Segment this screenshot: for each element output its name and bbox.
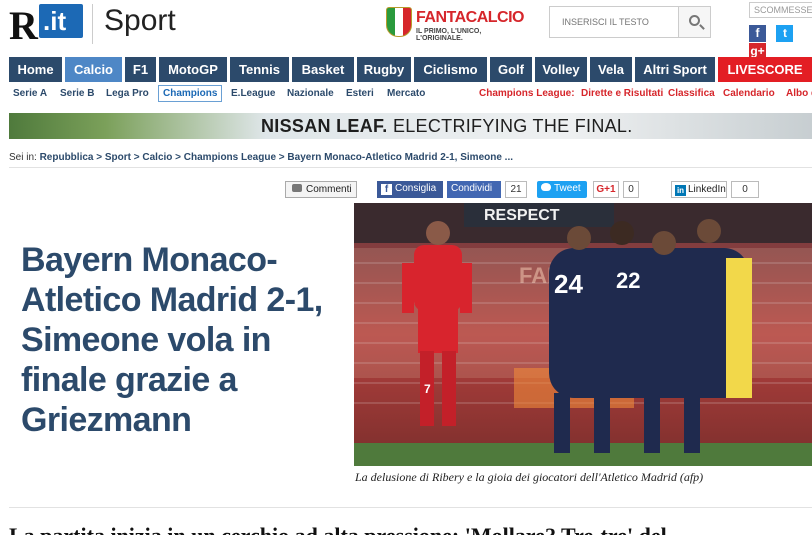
main-nav: Home Calcio F1 MotoGP Tennis Basket Rugb… — [9, 57, 812, 82]
photo-caption: La delusione di Ribery e la gioia dei gi… — [355, 470, 704, 484]
nav-basket[interactable]: Basket — [292, 57, 354, 82]
cl-albo[interactable]: Albo d'oro — [786, 88, 812, 99]
cl-calendario[interactable]: Calendario — [723, 88, 775, 99]
breadcrumb: Sei in: Repubblica > Sport > Calcio > Ch… — [9, 152, 513, 163]
section-title[interactable]: Sport — [104, 4, 176, 38]
subnav-eleague[interactable]: E.League — [231, 88, 275, 99]
divider — [9, 167, 812, 168]
fantacalcio-name: FANTACALCIO — [416, 9, 524, 26]
jersey-number: 7 — [424, 382, 431, 396]
nav-golf[interactable]: Golf — [490, 57, 532, 82]
header-social: SCOMMESSE f t g+ — [749, 2, 812, 60]
nav-f1[interactable]: F1 — [125, 57, 156, 82]
nav-tennis[interactable]: Tennis — [230, 57, 289, 82]
facebook-recommend-button[interactable]: f Consiglia — [377, 181, 443, 198]
facebook-icon: f — [381, 184, 392, 195]
gplus-count: 0 — [623, 181, 639, 198]
twitter-icon — [541, 183, 551, 191]
subnav-champions[interactable]: Champions — [158, 85, 223, 102]
linkedin-icon: in — [675, 185, 686, 196]
nav-livescore[interactable]: LIVESCORE — [718, 57, 812, 82]
subnav-lega-pro[interactable]: Lega Pro — [106, 88, 149, 99]
comments-label: Commenti — [306, 184, 352, 195]
search-box — [549, 6, 711, 38]
ad-slogan: ELECTRIFYING THE FINAL. — [392, 116, 633, 136]
nav-ciclismo[interactable]: Ciclismo — [414, 57, 487, 82]
ad-text: NISSAN LEAF. ELECTRIFYING THE FINAL. — [261, 116, 633, 137]
logo-it: .it — [39, 4, 83, 38]
header-login-link[interactable]: SCOMMESSE — [749, 2, 812, 18]
comments-button[interactable]: Commenti — [285, 181, 357, 198]
tweet-button[interactable]: Tweet — [537, 181, 587, 198]
nav-rugby[interactable]: Rugby — [357, 57, 411, 82]
jersey-number: 22 — [616, 268, 640, 293]
photo-banner-text: RESPECT — [484, 207, 560, 224]
jersey-number: 24 — [554, 269, 583, 299]
fantacalcio-tagline: IL PRIMO, L'UNICO, L'ORIGINALE. — [416, 28, 482, 42]
subnav-nazionale[interactable]: Nazionale — [287, 88, 334, 99]
nav-calcio[interactable]: Calcio — [65, 57, 122, 82]
linkedin-label: LinkedIn — [688, 184, 726, 195]
tweet-label: Tweet — [554, 183, 581, 194]
nav-motogp[interactable]: MotoGP — [159, 57, 227, 82]
cl-classifica[interactable]: Classifica — [668, 88, 715, 99]
logo-r: R — [9, 3, 38, 48]
cl-dirette[interactable]: Dirette e Risultati — [581, 88, 663, 99]
search-button[interactable] — [678, 7, 710, 37]
comment-icon — [292, 184, 302, 192]
ad-banner[interactable]: NISSAN LEAF. ELECTRIFYING THE FINAL. — [9, 113, 812, 139]
nav-altri-sport[interactable]: Altri Sport — [635, 57, 715, 82]
subnav-mercato[interactable]: Mercato — [387, 88, 425, 99]
linkedin-button[interactable]: in LinkedIn — [671, 181, 727, 198]
fb-recommend-label: Consiglia — [395, 183, 437, 194]
nav-volley[interactable]: Volley — [535, 57, 587, 82]
shield-icon — [386, 7, 412, 37]
search-input[interactable] — [550, 7, 678, 37]
search-icon — [689, 15, 700, 26]
divider — [9, 507, 812, 508]
share-bar: Commenti f Consiglia Condividi 21 Tweet G… — [285, 181, 812, 199]
repubblica-logo[interactable]: R .it — [9, 2, 83, 48]
nav-home[interactable]: Home — [9, 57, 62, 82]
cl-label: Champions League: — [479, 88, 575, 99]
subnav-esteri[interactable]: Esteri — [346, 88, 374, 99]
breadcrumb-prefix: Sei in: — [9, 152, 37, 163]
gplus-button[interactable]: G+1 — [593, 181, 619, 198]
article-body-start: La partita inizia in un cerchio ad alta … — [9, 523, 683, 535]
facebook-icon[interactable]: f — [749, 25, 766, 42]
subnav-serie-a[interactable]: Serie A — [13, 88, 47, 99]
article-headline: Bayern Monaco-Atletico Madrid 2-1, Simeo… — [21, 241, 323, 439]
subnav-serie-b[interactable]: Serie B — [60, 88, 94, 99]
fantacalcio-logo[interactable]: FANTACALCIO IL PRIMO, L'UNICO, L'ORIGINA… — [386, 7, 524, 42]
linkedin-count: 0 — [731, 181, 759, 198]
site-header: R .it Sport FANTACALCIO IL PRIMO, L'UNIC… — [0, 0, 812, 60]
header-divider — [92, 4, 93, 44]
facebook-share-count: 21 — [505, 181, 527, 198]
breadcrumb-path[interactable]: Repubblica > Sport > Calcio > Champions … — [40, 152, 513, 163]
twitter-icon[interactable]: t — [776, 25, 794, 42]
facebook-share-button[interactable]: Condividi — [447, 181, 501, 198]
nav-vela[interactable]: Vela — [590, 57, 632, 82]
photo-illustration: RESPECT FANS 24 22 7 — [354, 203, 812, 466]
ad-brand: NISSAN LEAF. — [261, 116, 388, 136]
sub-nav: Serie A Serie B Lega Pro Champions E.Lea… — [9, 84, 812, 106]
article-photo[interactable]: RESPECT FANS 24 22 7 — [354, 203, 812, 466]
